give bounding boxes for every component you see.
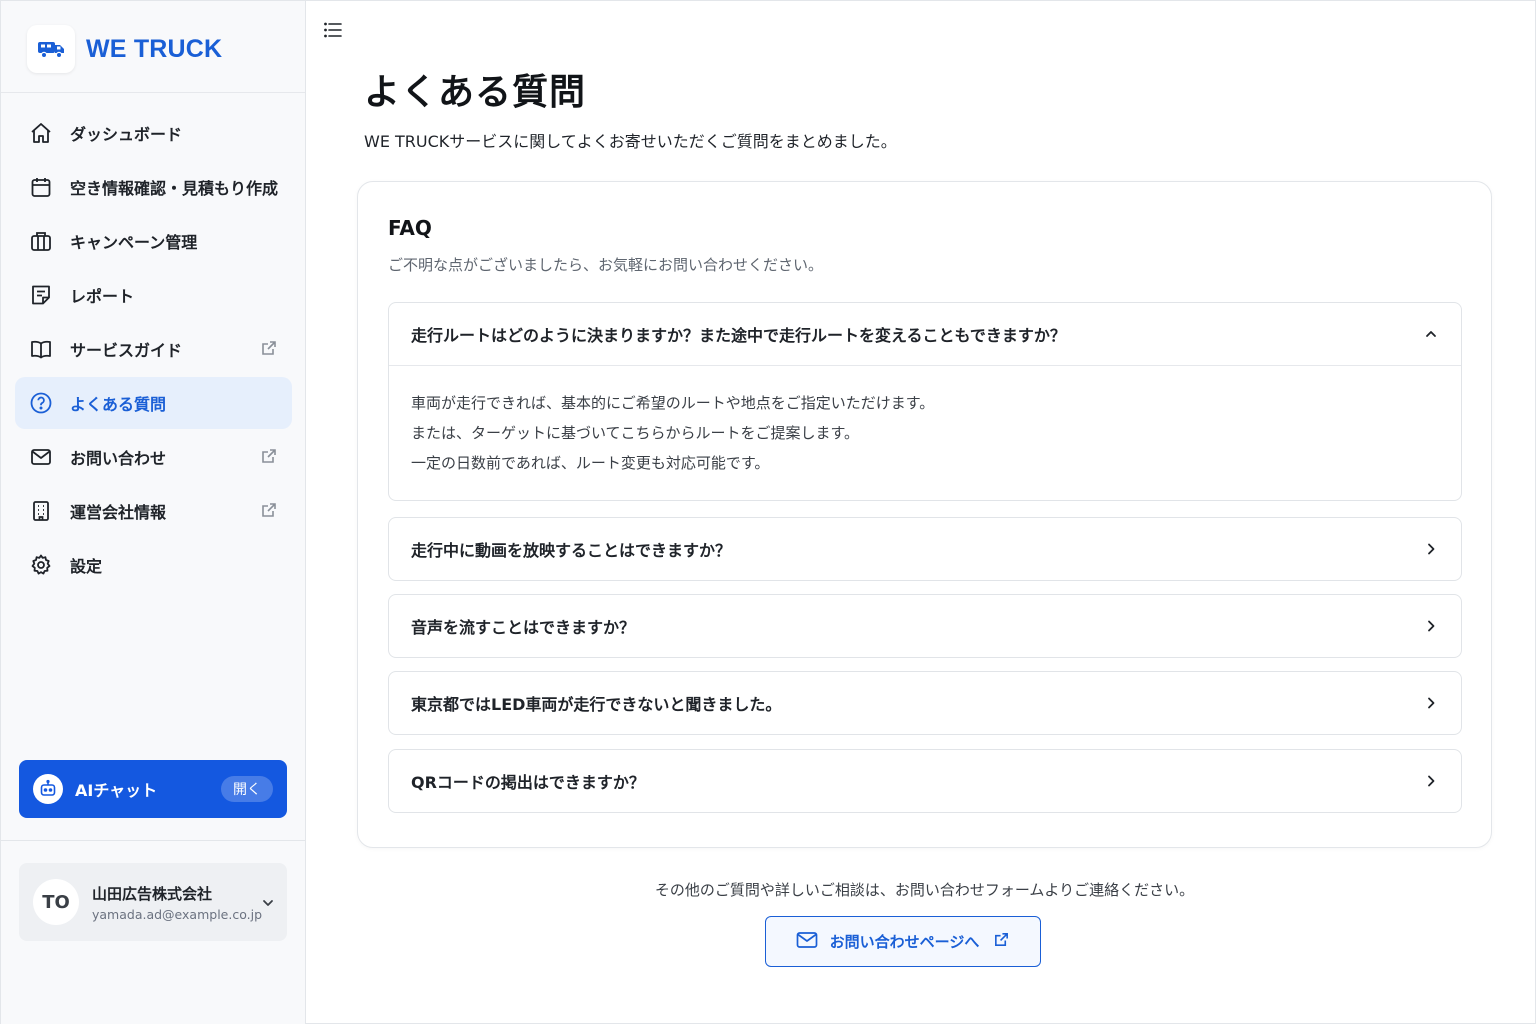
- sidebar-item-label: よくある質問: [70, 395, 167, 414]
- briefcase-icon: [29, 229, 53, 253]
- faq-question: 走行ルートはどのように決まりますか？また途中で走行ルートを変えることもできますか…: [411, 326, 1066, 345]
- sidebar-item-label: お問い合わせ: [70, 449, 167, 468]
- chevron-up-icon: [1423, 326, 1439, 342]
- sidebar-item-reports[interactable]: レポート: [15, 269, 292, 321]
- sidebar-item-service-guide[interactable]: サービスガイド: [15, 323, 292, 375]
- mail-icon: [29, 445, 53, 469]
- ai-chat-label: AIチャット: [75, 781, 158, 800]
- sidebar-item-campaigns[interactable]: キャンペーン管理: [15, 215, 292, 267]
- sidebar-item-label: サービスガイド: [70, 341, 183, 360]
- page-title: よくある質問: [364, 72, 587, 113]
- sidebar-item-label: ダッシュボード: [70, 125, 183, 144]
- external-link-icon: [993, 931, 1010, 952]
- book-icon: [29, 337, 53, 361]
- help-circle-icon: [29, 391, 53, 415]
- home-icon: [29, 121, 53, 145]
- faq-item-qr: QRコードの掲出はできますか？: [388, 749, 1462, 813]
- faq-question-header[interactable]: QRコードの掲出はできますか？: [389, 750, 1461, 812]
- faq-question: 東京都ではLED車両が走行できないと聞きました。: [411, 695, 782, 714]
- external-link-icon: [260, 447, 278, 465]
- ai-chat-open-pill[interactable]: 開く: [221, 776, 273, 802]
- sidebar-item-contact[interactable]: お問い合わせ: [15, 431, 292, 483]
- sidebar-item-dashboard[interactable]: ダッシュボード: [15, 107, 292, 159]
- sidebar-item-faq[interactable]: よくある質問: [15, 377, 292, 429]
- chevron-right-icon: [1423, 695, 1439, 711]
- faq-item-led-tokyo: 東京都ではLED車両が走行できないと聞きました。: [388, 671, 1462, 735]
- sidebar-item-label: 設定: [70, 557, 103, 576]
- menu-toggle-icon[interactable]: [322, 19, 344, 41]
- sidebar-item-label: 運営会社情報: [70, 503, 167, 522]
- footer-note: その他のご質問や詳しいご相談は、お問い合わせフォームよりご連絡ください。: [654, 881, 1195, 899]
- chevron-right-icon: [1423, 773, 1439, 789]
- mail-icon: [796, 931, 818, 953]
- faq-question: 音声を流すことはできますか？: [411, 618, 636, 637]
- building-icon: [29, 499, 53, 523]
- chevron-right-icon: [1423, 618, 1439, 634]
- faq-answer-line: 車両が走行できれば、基本的にご希望のルートや地点をご指定いただけます。: [411, 394, 935, 412]
- gear-icon: [29, 553, 53, 577]
- faq-answer-line: 一定の日数前であれば、ルート変更も対応可能です。: [411, 454, 770, 472]
- contact-page-button[interactable]: お問い合わせページへ: [765, 916, 1041, 967]
- calendar-icon: [29, 175, 53, 199]
- sidebar-nav: ダッシュボード 空き情報確認・見積もり作成 キャンペーン管理 レポート サービス…: [15, 107, 292, 593]
- sidebar-item-label: 空き情報確認・見積もり作成: [70, 179, 279, 198]
- app-window: WE TRUCK ダッシュボード 空き情報確認・見積もり作成 キャンペーン管理: [0, 0, 1536, 1024]
- sidebar-item-settings[interactable]: 設定: [15, 539, 292, 591]
- faq-question-header[interactable]: 走行中に動画を放映することはできますか？: [389, 518, 1461, 580]
- account-email: yamada.ad@example.co.jp: [92, 907, 263, 922]
- brand-name: WE TRUCK: [86, 35, 223, 63]
- faq-item-audio: 音声を流すことはできますか？: [388, 594, 1462, 658]
- faq-subtitle: ご不明な点がございましたら、お気軽にお問い合わせください。: [388, 256, 824, 274]
- external-link-icon: [260, 339, 278, 357]
- avatar: TO: [33, 879, 79, 925]
- sidebar-item-availability-quote[interactable]: 空き情報確認・見積もり作成: [15, 161, 292, 213]
- faq-question-header[interactable]: 音声を流すことはできますか？: [389, 595, 1461, 657]
- robot-icon: [33, 774, 63, 804]
- account-company-name: 山田広告株式会社: [92, 885, 213, 903]
- faq-title: FAQ: [388, 216, 432, 240]
- faq-question-header[interactable]: 走行ルートはどのように決まりますか？また途中で走行ルートを変えることもできますか…: [389, 303, 1461, 366]
- report-icon: [29, 283, 53, 307]
- sidebar-item-label: レポート: [70, 287, 135, 306]
- faq-question: QRコードの掲出はできますか？: [411, 773, 645, 792]
- faq-item-video: 走行中に動画を放映することはできますか？: [388, 517, 1462, 581]
- chevron-right-icon: [1423, 541, 1439, 557]
- contact-button-label: お問い合わせページへ: [829, 933, 980, 951]
- faq-card: FAQ ご不明な点がございましたら、お気軽にお問い合わせください。 走行ルートは…: [357, 181, 1492, 848]
- brand-header: WE TRUCK: [1, 1, 305, 93]
- sidebar: WE TRUCK ダッシュボード 空き情報確認・見積もり作成 キャンペーン管理: [1, 1, 306, 1024]
- sidebar-item-label: キャンペーン管理: [70, 233, 198, 252]
- sidebar-item-company-info[interactable]: 運営会社情報: [15, 485, 292, 537]
- truck-logo-icon[interactable]: [27, 25, 75, 73]
- faq-answer-line: または、ターゲットに基づいてこちらからルートをご提案します。: [411, 424, 860, 442]
- faq-item-route: 走行ルートはどのように決まりますか？また途中で走行ルートを変えることもできますか…: [388, 302, 1462, 501]
- chevron-down-icon: [261, 895, 275, 909]
- faq-answer: 車両が走行できれば、基本的にご希望のルートや地点をご指定いただけます。 または、…: [389, 366, 1461, 478]
- ai-chat-button[interactable]: AIチャット 開く: [19, 760, 287, 818]
- external-link-icon: [260, 501, 278, 519]
- account-switcher[interactable]: TO 山田広告株式会社 yamada.ad@example.co.jp: [19, 863, 287, 941]
- faq-question-header[interactable]: 東京都ではLED車両が走行できないと聞きました。: [389, 672, 1461, 734]
- page-description: WE TRUCKサービスに関してよくお寄せいただくご質問をまとめました。: [364, 132, 897, 151]
- faq-question: 走行中に動画を放映することはできますか？: [411, 541, 732, 560]
- sidebar-divider: [1, 840, 305, 841]
